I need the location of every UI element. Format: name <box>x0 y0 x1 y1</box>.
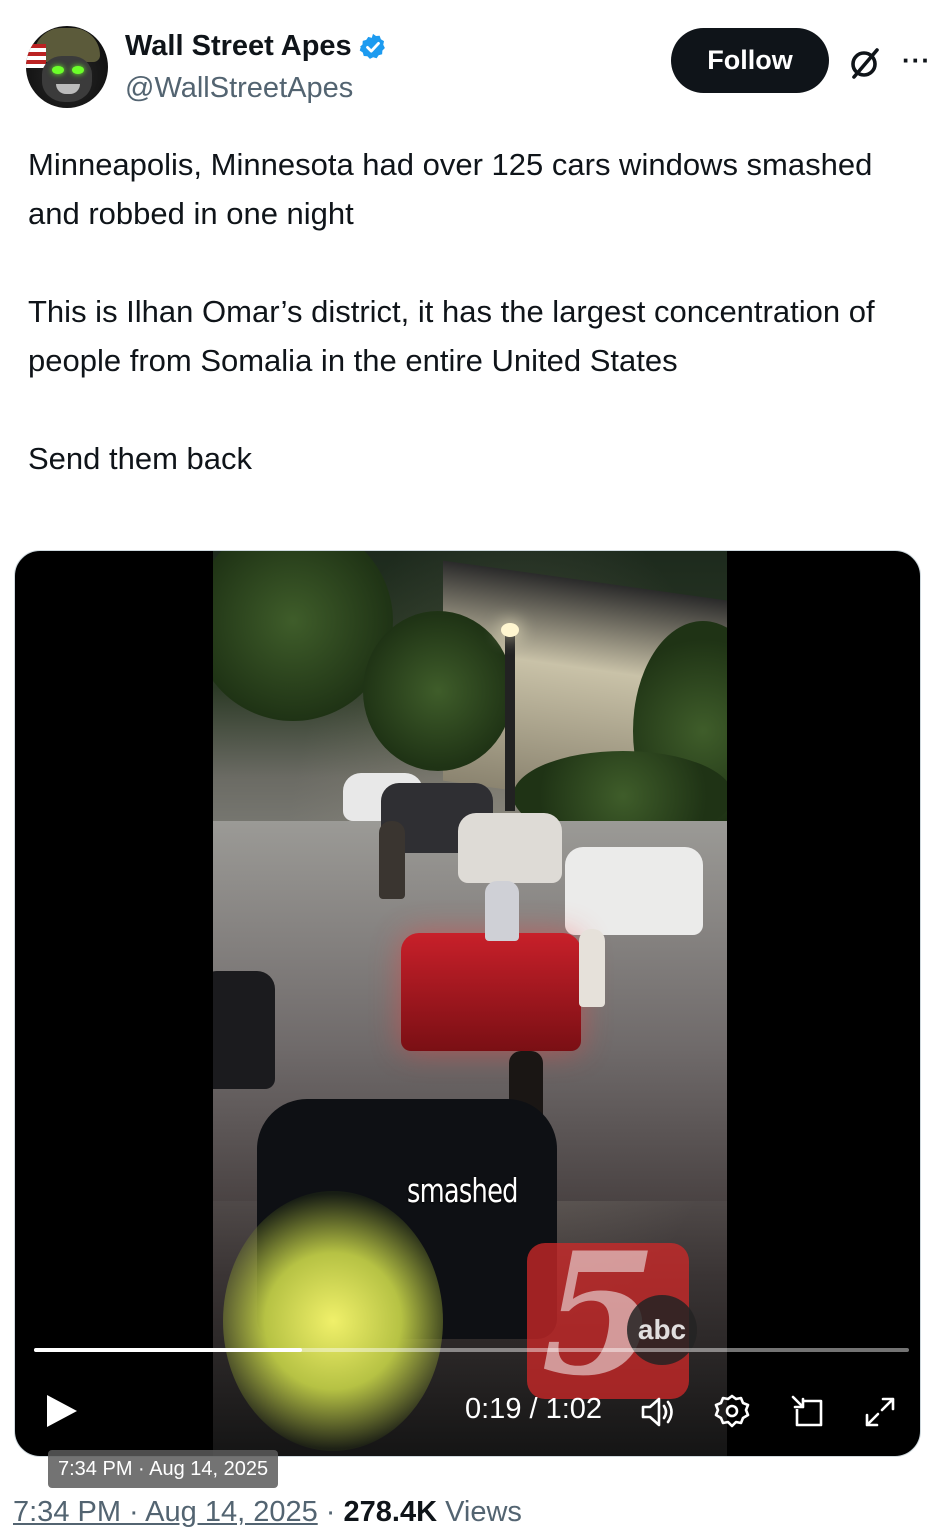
video-scene-car <box>458 813 562 883</box>
video-scene-car <box>565 847 703 935</box>
tweet-header: Wall Street Apes @WallStreetApes Follow … <box>0 0 942 120</box>
station-logo: 5 abc <box>527 1229 697 1399</box>
tweet-paragraph: This is Ilhan Omar’s district, it has th… <box>28 294 875 378</box>
views-count: 278.4K <box>343 1496 438 1528</box>
views-label: Views <box>437 1496 522 1528</box>
video-scene-red-car <box>401 933 581 1051</box>
tweet-paragraph: Send them back <box>28 441 253 476</box>
verified-badge-icon <box>359 33 385 59</box>
avatar-face <box>42 56 92 102</box>
avatar-flag <box>26 44 46 68</box>
tweet-paragraph: Minneapolis, Minnesota had over 125 cars… <box>28 147 873 231</box>
picture-in-picture-icon[interactable] <box>789 1393 827 1431</box>
video-scene-tree <box>363 611 513 771</box>
fullscreen-icon[interactable] <box>861 1393 899 1431</box>
video-player[interactable]: smashed 5 abc 0:19 / 1:02 <box>14 550 921 1457</box>
meta-separator: · <box>317 1496 344 1528</box>
video-caption: smashed <box>407 1171 518 1210</box>
video-scene-person <box>379 821 405 899</box>
video-scene-streetlight <box>501 623 519 811</box>
avatar-eye <box>52 66 64 74</box>
video-progress-bar[interactable] <box>34 1348 909 1352</box>
station-logo-network: abc <box>627 1295 697 1365</box>
video-time: 0:19 / 1:02 <box>465 1393 603 1425</box>
handle[interactable]: @WallStreetApes <box>125 72 353 105</box>
settings-icon[interactable] <box>713 1393 751 1431</box>
tweet-text: Minneapolis, Minnesota had over 125 cars… <box>28 140 908 483</box>
avatar[interactable] <box>26 26 108 108</box>
follow-button[interactable]: Follow <box>671 28 829 93</box>
video-progress-fill <box>34 1348 302 1352</box>
play-icon[interactable] <box>41 1391 81 1431</box>
timestamp-tooltip: 7:34 PM · Aug 14, 2025 <box>48 1450 279 1488</box>
tweet-meta: 7:34 PM · Aug 14, 2025 · 278.4K Views <box>13 1496 522 1529</box>
video-scene-person <box>485 881 519 941</box>
video-scene-bush <box>223 1191 443 1451</box>
tweet-date-link[interactable]: 7:34 PM · Aug 14, 2025 <box>13 1496 318 1528</box>
volume-icon[interactable] <box>639 1393 677 1431</box>
avatar-eye <box>72 66 84 74</box>
more-icon[interactable]: ··· <box>902 42 938 78</box>
grok-icon[interactable] <box>846 44 884 82</box>
name-row: Wall Street Apes <box>125 30 388 63</box>
video-scene-car <box>213 971 275 1089</box>
display-name[interactable]: Wall Street Apes <box>125 30 352 63</box>
video-scene-person <box>579 929 605 1007</box>
